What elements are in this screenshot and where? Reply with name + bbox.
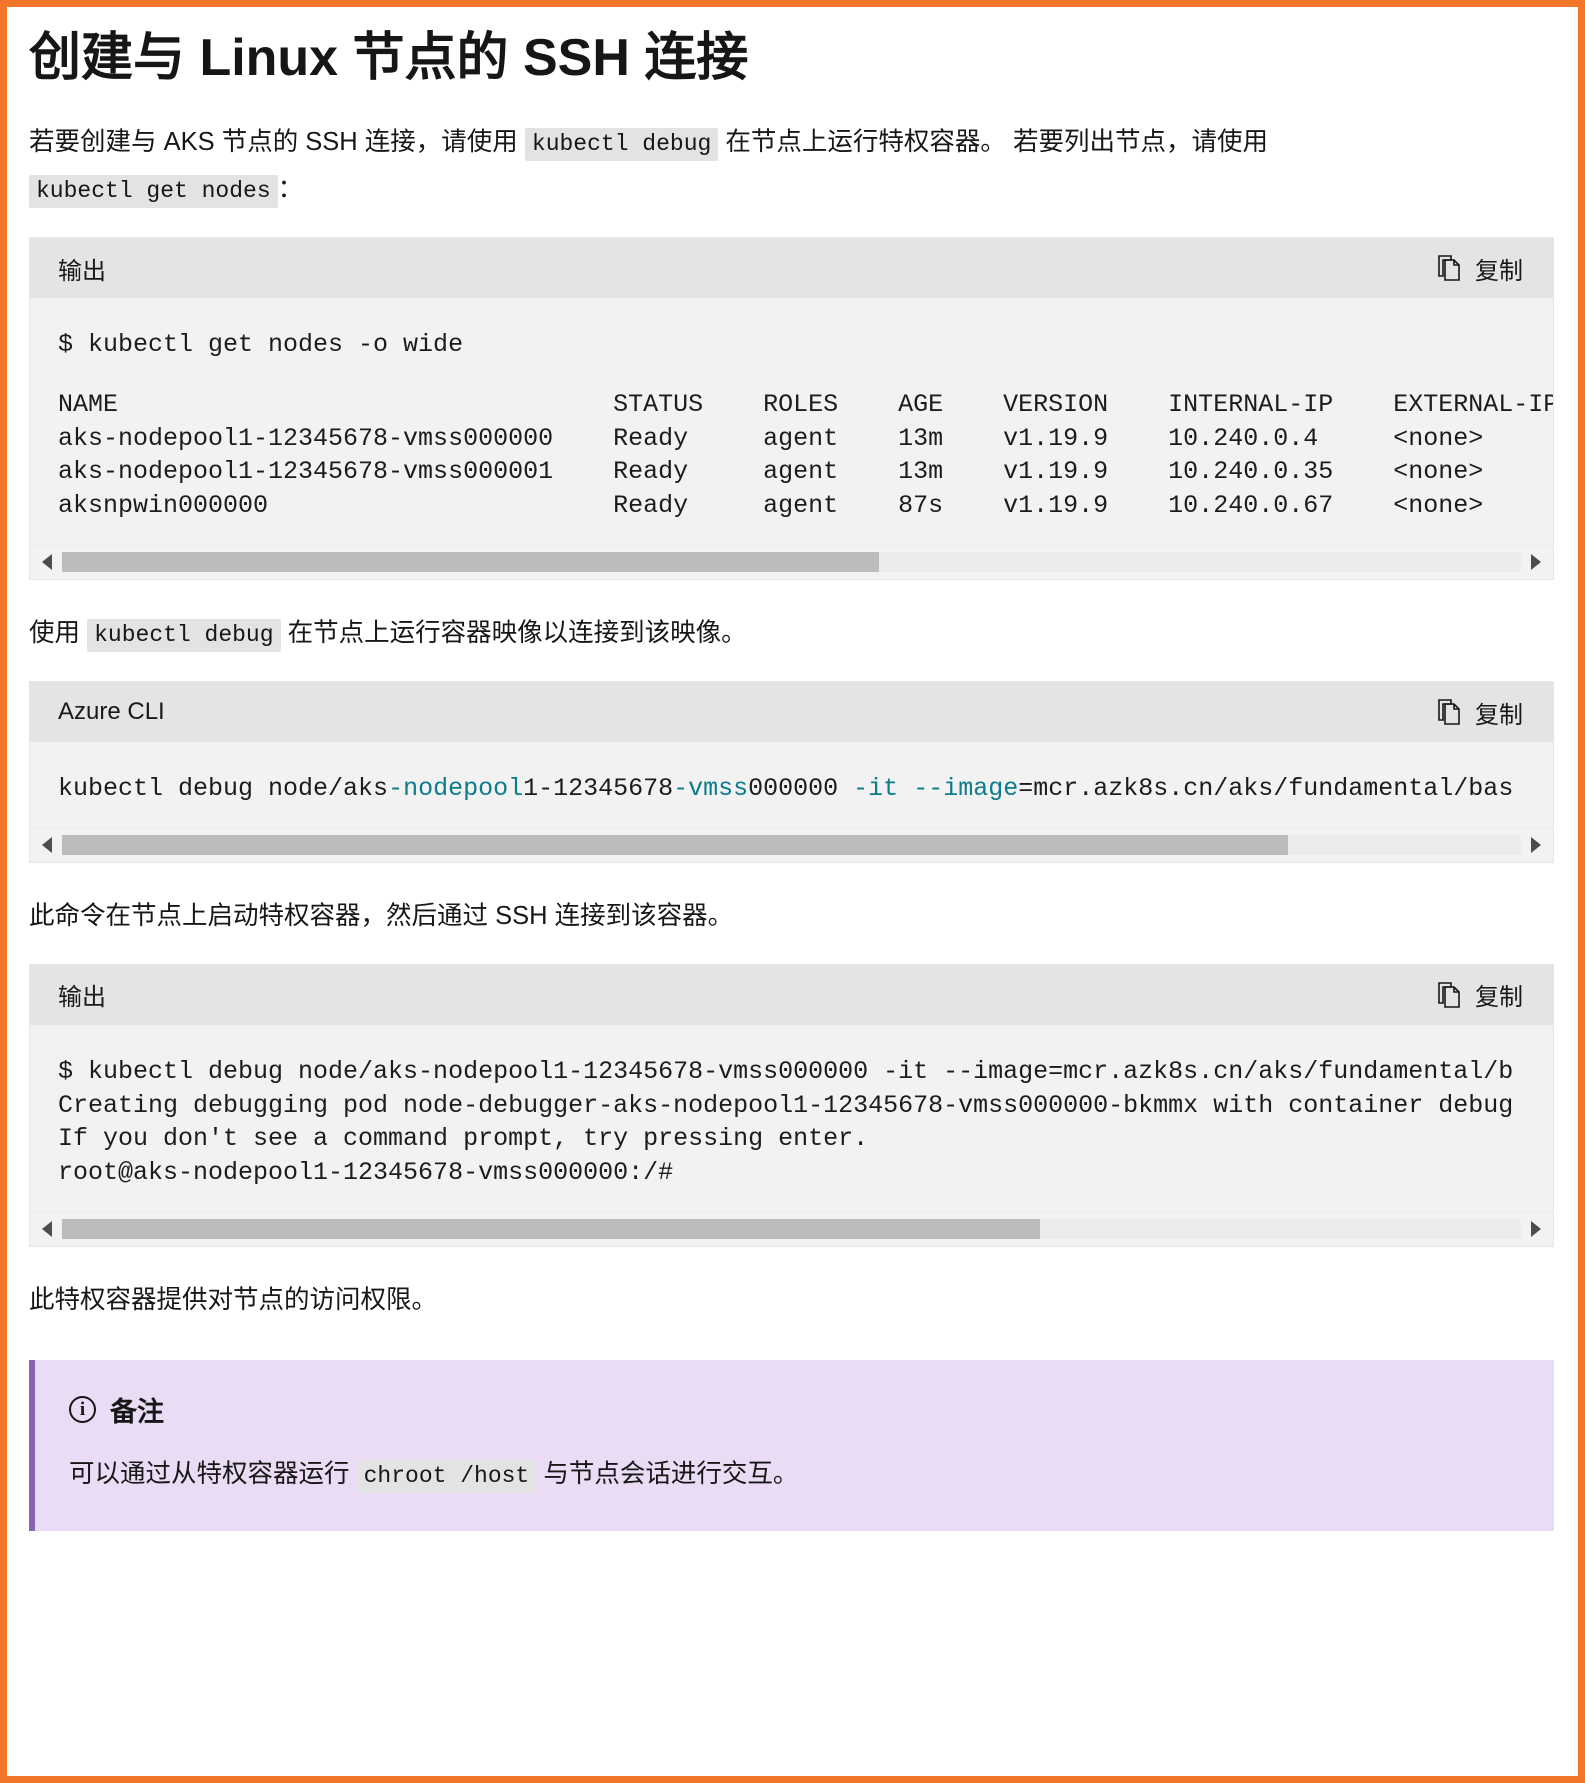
copy-icon [1437, 698, 1463, 726]
terminal-command-line: $ kubectl get nodes -o wide [58, 330, 463, 359]
after-cli-paragraph: 此命令在节点上启动特权容器，然后通过 SSH 连接到该容器。 [29, 893, 1548, 940]
cli-token: 1-12345678 [523, 774, 673, 803]
note-text-2: 与节点会话进行交互。 [543, 1460, 798, 1488]
document-page: 创建与 Linux 节点的 SSH 连接 若要创建与 AKS 节点的 SSH 连… [0, 0, 1585, 1783]
scroll-right-arrow-icon[interactable] [1525, 1218, 1547, 1240]
inline-code-kubectl-debug-2: kubectl debug [87, 619, 280, 652]
copy-button-label: 复制 [1475, 251, 1523, 286]
scrollbar-track[interactable] [62, 1219, 1521, 1239]
scrollbar-thumb[interactable] [62, 552, 879, 572]
code-block-language-label: Azure CLI [58, 698, 165, 726]
copy-button-label: 复制 [1475, 695, 1523, 730]
note-title-label: 备注 [110, 1390, 164, 1429]
code-block-output-2: 输出 复制 $ kubectl debug node/aks-nodepool1… [29, 964, 1554, 1247]
page-title: 创建与 Linux 节点的 SSH 连接 [29, 29, 1548, 89]
terminal-line: Creating debugging pod node-debugger-aks… [58, 1091, 1513, 1120]
terminal-row: aksnpwin000000 Ready agent 87s v1.19.9 1… [58, 491, 1483, 520]
terminal-line: If you don't see a command prompt, try p… [58, 1124, 868, 1153]
code-block-content[interactable]: $ kubectl get nodes -o wide NAME STATUS R… [30, 298, 1553, 545]
terminal-line: root@aks-nodepool1-12345678-vmss000000:/… [58, 1158, 673, 1187]
scroll-right-arrow-icon[interactable] [1525, 551, 1547, 573]
intro-paragraph: 若要创建与 AKS 节点的 SSH 连接，请使用 kubectl debug 在… [29, 119, 1548, 213]
code-block-language-label: 输出 [58, 251, 106, 286]
note-text-1: 可以通过从特权容器运行 [69, 1460, 350, 1488]
intro-text-3: ： [278, 175, 304, 203]
scroll-left-arrow-icon[interactable] [36, 1218, 58, 1240]
horizontal-scrollbar[interactable] [30, 545, 1553, 579]
code-block-header: Azure CLI 复制 [30, 682, 1553, 742]
middle-text-1: 使用 [29, 619, 80, 647]
copy-icon [1437, 981, 1463, 1009]
code-block-content[interactable]: $ kubectl debug node/aks-nodepool1-12345… [30, 1025, 1553, 1212]
middle-paragraph: 使用 kubectl debug 在节点上运行容器映像以连接到该映像。 [29, 610, 1548, 657]
code-block-content[interactable]: kubectl debug node/aks-nodepool1-1234567… [30, 742, 1553, 828]
inline-code-kubectl-get-nodes: kubectl get nodes [29, 175, 278, 208]
copy-button-label: 复制 [1475, 977, 1523, 1012]
code-block-language-label: 输出 [58, 977, 106, 1012]
terminal-table-header: NAME STATUS ROLES AGE VERSION INTERNAL-I… [58, 390, 1553, 419]
cli-token: kubectl debug node/aks [58, 774, 388, 803]
inline-code-kubectl-debug: kubectl debug [525, 128, 718, 161]
copy-button[interactable]: 复制 [1423, 971, 1537, 1018]
cli-token [898, 774, 913, 803]
cli-token: -nodepool [388, 774, 523, 803]
scrollbar-track[interactable] [62, 835, 1521, 855]
code-block-output-1: 输出 复制 $ kubectl get nodes -o wide NAME ST… [29, 237, 1554, 580]
cli-token: -vmss [673, 774, 748, 803]
middle-text-2: 在节点上运行容器映像以连接到该映像。 [288, 619, 747, 647]
terminal-line: $ kubectl debug node/aks-nodepool1-12345… [58, 1057, 1513, 1086]
intro-text-1: 若要创建与 AKS 节点的 SSH 连接，请使用 [29, 128, 518, 156]
code-block-header: 输出 复制 [30, 238, 1553, 298]
cli-token: =mcr.azk8s.cn/aks/fundamental/bas [1018, 774, 1513, 803]
info-circle-icon: i [69, 1396, 96, 1423]
note-callout: i 备注 可以通过从特权容器运行 chroot /host 与节点会话进行交互。 [29, 1360, 1554, 1530]
copy-icon [1437, 254, 1463, 282]
terminal-row: aks-nodepool1-12345678-vmss000001 Ready … [58, 457, 1483, 486]
inline-code-chroot-host: chroot /host [357, 1460, 537, 1493]
horizontal-scrollbar[interactable] [30, 828, 1553, 862]
blank-line [58, 362, 1553, 388]
code-block-header: 输出 复制 [30, 965, 1553, 1025]
scrollbar-thumb[interactable] [62, 1219, 1040, 1239]
copy-button[interactable]: 复制 [1423, 245, 1537, 292]
cli-token: --image [913, 774, 1018, 803]
cli-token: -it [853, 774, 898, 803]
scrollbar-thumb[interactable] [62, 835, 1288, 855]
horizontal-scrollbar[interactable] [30, 1212, 1553, 1246]
scroll-right-arrow-icon[interactable] [1525, 834, 1547, 856]
note-body: 可以通过从特权容器运行 chroot /host 与节点会话进行交互。 [69, 1453, 1520, 1496]
note-title-row: i 备注 [69, 1390, 1520, 1429]
cli-token: 000000 [748, 774, 853, 803]
scrollbar-track[interactable] [62, 552, 1521, 572]
closing-paragraph: 此特权容器提供对节点的访问权限。 [29, 1277, 1548, 1324]
code-block-azure-cli: Azure CLI 复制 kubectl debug node/aks-node… [29, 681, 1554, 863]
intro-text-2: 在节点上运行特权容器。 若要列出节点，请使用 [725, 128, 1268, 156]
copy-button[interactable]: 复制 [1423, 689, 1537, 736]
scroll-left-arrow-icon[interactable] [36, 834, 58, 856]
terminal-row: aks-nodepool1-12345678-vmss000000 Ready … [58, 424, 1483, 453]
scroll-left-arrow-icon[interactable] [36, 551, 58, 573]
